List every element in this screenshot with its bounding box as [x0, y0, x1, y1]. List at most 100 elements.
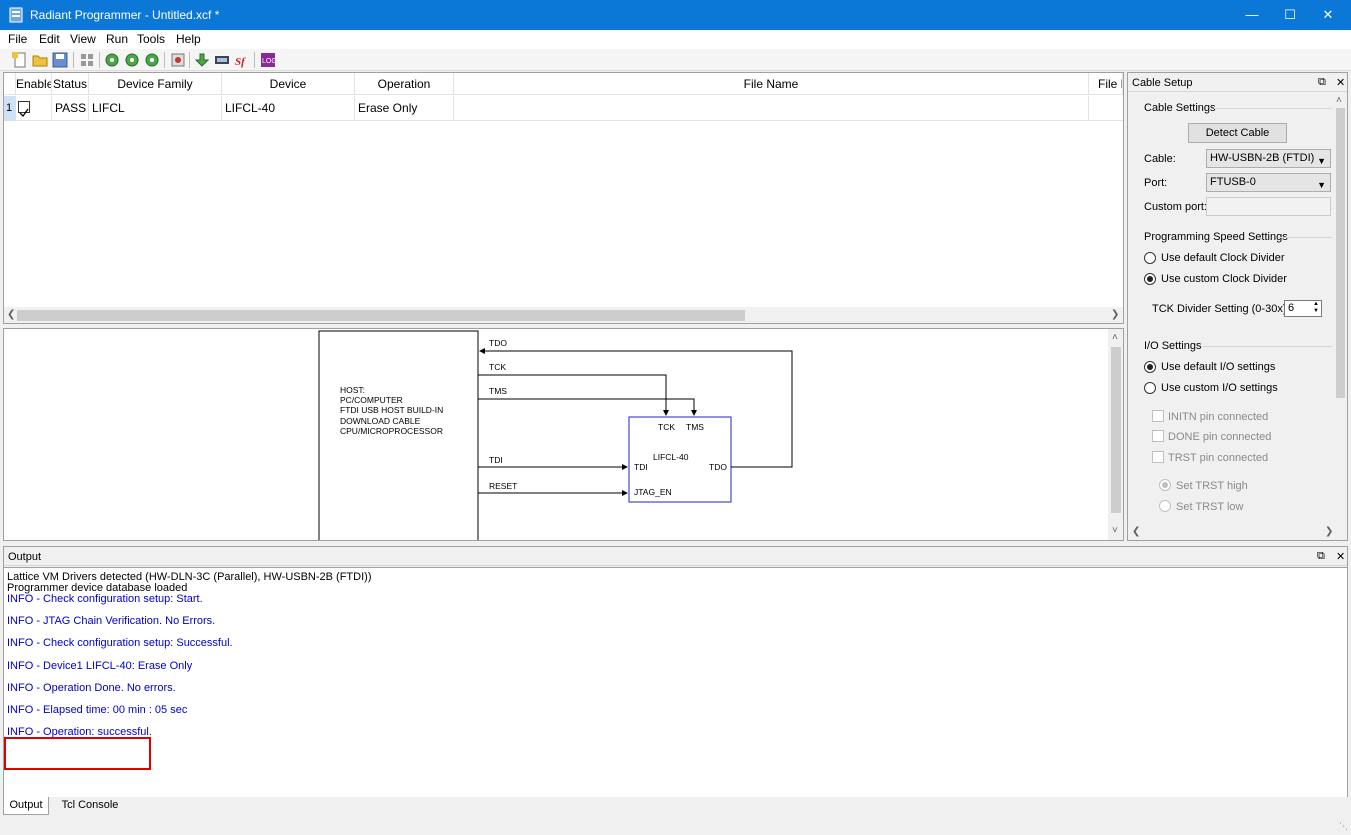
- trst-low-radio[interactable]: [1159, 500, 1171, 512]
- output-log[interactable]: Lattice VM Drivers detected (HW-DLN-3C (…: [4, 567, 1347, 797]
- log-line: INFO - Operation Done. No errors.: [7, 682, 176, 694]
- cable-vertical-scrollbar[interactable]: ˄: [1334, 93, 1347, 524]
- device-family-cell[interactable]: LIFCL: [89, 96, 222, 121]
- highlight-box: [4, 737, 151, 770]
- col-file-date[interactable]: File D: [1089, 73, 1123, 95]
- program-gear-icon[interactable]: [104, 52, 120, 68]
- detect-cable-button[interactable]: Detect Cable: [1188, 123, 1287, 143]
- default-io-radio[interactable]: [1144, 361, 1156, 373]
- title-bar: Radiant Programmer - Untitled.xcf * — ☐ …: [0, 0, 1351, 30]
- enable-cell[interactable]: [16, 96, 52, 121]
- chevron-down-icon: ▼: [1317, 156, 1326, 166]
- open-folder-icon[interactable]: [32, 52, 48, 68]
- col-device[interactable]: Device: [222, 73, 355, 95]
- sf-icon[interactable]: Sf: [234, 52, 250, 68]
- device-cell[interactable]: LIFCL-40: [222, 96, 355, 121]
- trst-label: TRST pin connected: [1168, 452, 1269, 464]
- file-name-cell[interactable]: [454, 96, 1089, 121]
- group-divider: [1278, 237, 1332, 238]
- download-icon[interactable]: [194, 52, 210, 68]
- save-icon[interactable]: [52, 52, 68, 68]
- trst-low-label: Set TRST low: [1176, 501, 1244, 513]
- file-date-cell[interactable]: [1089, 96, 1123, 121]
- operation-cell[interactable]: Erase Only: [355, 96, 454, 121]
- custom-io-label[interactable]: Use custom I/O settings: [1161, 382, 1278, 394]
- float-icon[interactable]: ⧉: [1318, 76, 1326, 89]
- col-operation[interactable]: Operation: [355, 73, 454, 95]
- scroll-left-icon[interactable]: ❮: [1132, 526, 1140, 537]
- window-title: Radiant Programmer - Untitled.xcf *: [30, 8, 220, 22]
- chip-tdi-pin: TDI: [634, 462, 648, 472]
- port-select[interactable]: FTUSB-0 ▼: [1206, 173, 1331, 192]
- col-device-family[interactable]: Device Family: [89, 73, 222, 95]
- toolbar-separator: [189, 52, 190, 68]
- scroll-right-icon[interactable]: ❯: [1111, 309, 1119, 320]
- verify-gear-icon[interactable]: [124, 52, 140, 68]
- diagram-vertical-scrollbar[interactable]: ˄ ˅: [1108, 329, 1123, 540]
- menu-tools[interactable]: Tools: [137, 32, 165, 46]
- cable-horizontal-scrollbar[interactable]: ❮ ❯: [1128, 524, 1347, 540]
- initn-checkbox[interactable]: [1152, 410, 1164, 422]
- menu-edit[interactable]: Edit: [39, 32, 60, 46]
- log-icon[interactable]: LOG: [260, 52, 276, 68]
- scrollbar-thumb[interactable]: [1111, 347, 1121, 513]
- host-line-3: FTDI USB HOST BUILD-IN: [340, 405, 443, 415]
- enable-checkbox[interactable]: [18, 101, 30, 118]
- scroll-up-icon[interactable]: ˄: [1336, 95, 1342, 106]
- scrollbar-thumb[interactable]: [17, 310, 745, 321]
- spinner-arrows-icon[interactable]: ▲ ▼: [1313, 301, 1319, 315]
- tab-output[interactable]: Output: [3, 797, 49, 815]
- col-enable[interactable]: Enable: [16, 73, 52, 95]
- menu-view[interactable]: View: [70, 32, 96, 46]
- spi-flash-icon[interactable]: [214, 52, 230, 68]
- scroll-down-icon[interactable]: ˅: [1112, 525, 1118, 536]
- scroll-right-icon[interactable]: ❯: [1325, 526, 1333, 537]
- custom-clock-label[interactable]: Use custom Clock Divider: [1161, 273, 1287, 285]
- row-number[interactable]: 1: [4, 96, 16, 121]
- done-checkbox[interactable]: [1152, 430, 1164, 442]
- device-properties-icon[interactable]: [170, 52, 186, 68]
- tdi-label: TDI: [489, 455, 503, 465]
- status-cell[interactable]: PASS: [52, 96, 89, 121]
- tab-tcl-console[interactable]: Tcl Console: [55, 797, 125, 815]
- scrollbar-thumb[interactable]: [1336, 108, 1345, 398]
- host-box: [318, 330, 479, 540]
- host-line-2: PC/COMPUTER: [340, 395, 403, 405]
- custom-clock-radio[interactable]: [1144, 273, 1156, 285]
- close-panel-icon[interactable]: ✕: [1336, 550, 1345, 563]
- svg-text:LOG: LOG: [262, 58, 276, 65]
- close-panel-icon[interactable]: ✕: [1336, 76, 1345, 89]
- tck-label: TCK: [489, 362, 506, 372]
- resize-grip-icon[interactable]: ⋱: [1339, 821, 1348, 832]
- grid-horizontal-scrollbar[interactable]: ❮ ❯: [4, 307, 1123, 323]
- float-icon[interactable]: ⧉: [1317, 550, 1325, 563]
- menu-file[interactable]: File: [8, 32, 27, 46]
- menu-run[interactable]: Run: [106, 32, 128, 46]
- output-title: Output: [8, 551, 42, 563]
- scroll-up-icon[interactable]: ˄: [1112, 332, 1118, 343]
- trst-high-radio[interactable]: [1159, 479, 1171, 491]
- menu-help[interactable]: Help: [176, 32, 201, 46]
- default-clock-label[interactable]: Use default Clock Divider: [1161, 252, 1285, 264]
- trst-checkbox[interactable]: [1152, 451, 1164, 463]
- custom-port-input[interactable]: [1206, 197, 1331, 216]
- table-row[interactable]: 1 PASS LIFCL LIFCL-40 Erase Only: [4, 96, 1123, 121]
- jtag-diagram-panel: HOST: PC/COMPUTER FTDI USB HOST BUILD-IN…: [3, 328, 1124, 541]
- tck-divider-label: TCK Divider Setting (0-30x):: [1152, 303, 1290, 315]
- scan-icon[interactable]: [79, 52, 95, 68]
- host-line-1: HOST:: [340, 385, 365, 395]
- col-status[interactable]: Status: [52, 73, 89, 95]
- tck-divider-spinner[interactable]: 6 ▲ ▼: [1284, 300, 1322, 317]
- new-file-icon[interactable]: [12, 52, 28, 68]
- custom-io-radio[interactable]: [1144, 382, 1156, 394]
- default-clock-radio[interactable]: [1144, 252, 1156, 264]
- erase-gear-icon[interactable]: [144, 52, 160, 68]
- log-line: INFO - Device1 LIFCL-40: Erase Only: [7, 660, 193, 672]
- cable-select[interactable]: HW-USBN-2B (FTDI) ▼: [1206, 149, 1331, 168]
- scroll-left-icon[interactable]: ❮: [7, 309, 15, 320]
- col-file-name[interactable]: File Name: [454, 73, 1089, 95]
- close-icon[interactable]: ✕: [1305, 0, 1351, 30]
- io-settings-title: I/O Settings: [1144, 340, 1202, 352]
- default-io-label[interactable]: Use default I/O settings: [1161, 361, 1275, 373]
- checkmark-icon: [19, 108, 29, 118]
